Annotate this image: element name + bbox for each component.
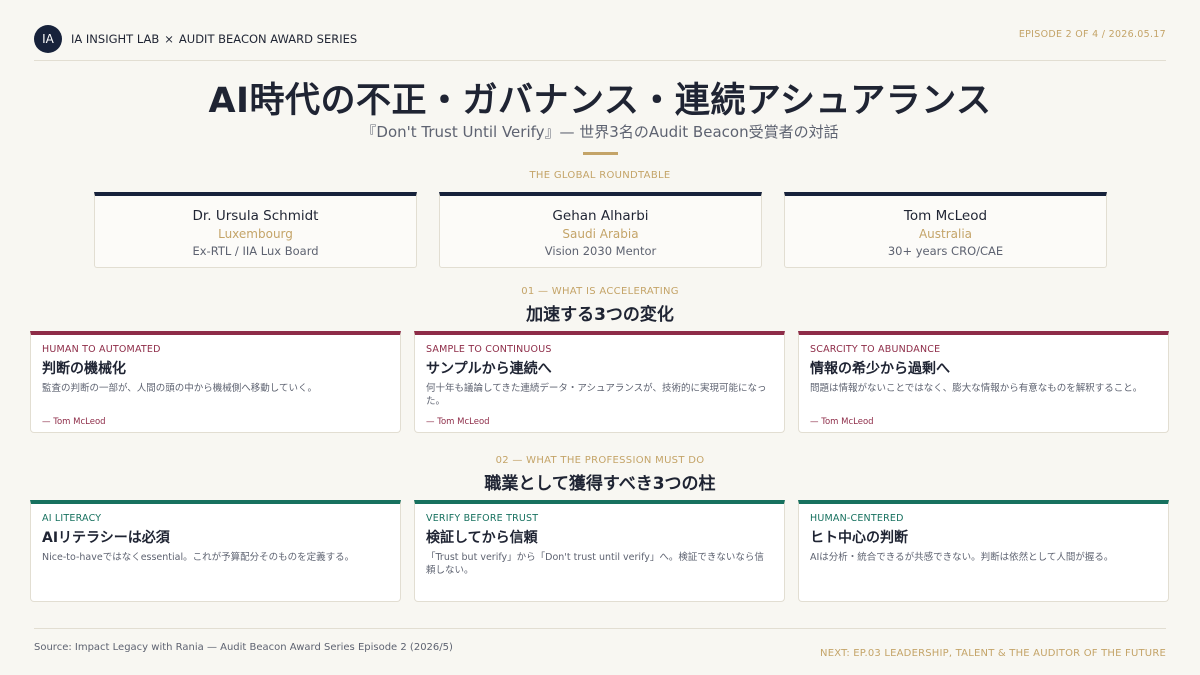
card-body: 問題は情報がないことではなく、膨大な情報から有意なものを解釈すること。 <box>810 383 1143 394</box>
pillars-heading: 職業として獲得すべき3つの柱 <box>484 474 716 494</box>
panelist-name: Tom McLeod <box>903 208 988 224</box>
card-title: 判断の機械化 <box>42 361 126 377</box>
card-label: SAMPLE TO CONTINUOUS <box>426 344 552 355</box>
panelist-name: Gehan Alharbi <box>552 208 649 224</box>
page-title: AI時代の不正・ガバナンス・連続アシュアランス <box>208 81 992 121</box>
panelist-card: Dr. Ursula Schmidt Luxembourg Ex-RTL / I… <box>94 192 417 268</box>
card-label: AI LITERACY <box>42 513 102 524</box>
card-title: 情報の希少から過剰へ <box>810 361 950 377</box>
card-label: HUMAN TO AUTOMATED <box>42 344 161 355</box>
card-attribution: — Tom McLeod <box>42 417 106 427</box>
card-title: ヒト中心の判断 <box>810 530 908 546</box>
pillar-card: HUMAN-CENTERED ヒト中心の判断 AIは分析・統合できるが共感できな… <box>798 500 1169 602</box>
times-separator: × <box>164 32 174 46</box>
brand-line: IA INSIGHT LAB × AUDIT BEACON AWARD SERIES <box>71 32 357 46</box>
panelist-name: Dr. Ursula Schmidt <box>192 208 319 224</box>
panelist-country: Saudi Arabia <box>562 227 639 241</box>
card-title: AIリテラシーは必須 <box>42 530 170 546</box>
card-title: 検証してから信頼 <box>426 530 538 546</box>
card-body: Nice-to-haveではなくessential。これが予算配分そのものを定義… <box>42 552 355 563</box>
title-accent-bar <box>583 152 618 155</box>
shifts-heading: 加速する3つの変化 <box>526 305 674 325</box>
panelist-role: 30+ years CRO/CAE <box>887 244 1004 258</box>
card-title: サンプルから連続へ <box>426 361 552 377</box>
card-label: SCARCITY TO ABUNDANCE <box>810 344 941 355</box>
card-label: HUMAN-CENTERED <box>810 513 904 524</box>
panelist-card: Gehan Alharbi Saudi Arabia Vision 2030 M… <box>439 192 762 268</box>
card-attribution: — Tom McLeod <box>810 417 874 427</box>
logo-badge: IA <box>34 25 62 53</box>
brand-name: IA INSIGHT LAB <box>71 32 160 46</box>
shift-card: SAMPLE TO CONTINUOUS サンプルから連続へ 何十年も議論してき… <box>414 331 785 433</box>
panelist-card: Tom McLeod Australia 30+ years CRO/CAE <box>784 192 1107 268</box>
card-body: 監査の判断の一部が、人間の頭の中から機械側へ移動していく。 <box>42 383 318 394</box>
shift-card: HUMAN TO AUTOMATED 判断の機械化 監査の判断の一部が、人間の頭… <box>30 331 401 433</box>
series-name: AUDIT BEACON AWARD SERIES <box>178 32 358 46</box>
header-divider <box>34 60 1166 61</box>
card-label: VERIFY BEFORE TRUST <box>426 513 539 524</box>
card-body: 何十年も議論してきた連続データ・アシュアランスが、技術的に実現可能になった。 <box>426 383 767 407</box>
top-header: IA IA INSIGHT LAB × AUDIT BEACON AWARD SER… <box>34 24 1166 54</box>
source-citation: Source: Impact Legacy with Rania — Audit… <box>34 642 453 653</box>
pillar-card: VERIFY BEFORE TRUST 検証してから信頼 「Trust but … <box>414 500 785 602</box>
card-body: AIは分析・統合できるが共感できない。判断は依然として人間が握る。 <box>810 552 1114 563</box>
footer-divider <box>34 628 1166 629</box>
panelist-role: Ex-RTL / IIA Lux Board <box>192 244 319 258</box>
page-subtitle: 『Don't Trust Until Verify』— 世界3名のAudit B… <box>361 123 839 141</box>
pillar-card: AI LITERACY AIリテラシーは必須 Nice-to-haveではなくe… <box>30 500 401 602</box>
pillars-eyebrow: 02 — WHAT THE PROFESSION MUST DO <box>495 455 705 466</box>
roundtable-eyebrow: THE GLOBAL ROUNDTABLE <box>529 170 671 181</box>
shifts-eyebrow: 01 — WHAT IS ACCELERATING <box>521 286 679 297</box>
panelist-country: Australia <box>918 227 973 241</box>
shift-card: SCARCITY TO ABUNDANCE 情報の希少から過剰へ 問題は情報がな… <box>798 331 1169 433</box>
next-episode-teaser: NEXT: EP.03 LEADERSHIP, TALENT & THE AUD… <box>820 648 1166 659</box>
episode-info: EPISODE 2 OF 4 / 2026.05.17 <box>1018 29 1166 40</box>
panelist-role: Vision 2030 Mentor <box>544 244 657 258</box>
card-body: 「Trust but verify」から「Don't trust until v… <box>426 552 764 576</box>
panelist-country: Luxembourg <box>218 227 293 241</box>
card-attribution: — Tom McLeod <box>426 417 490 427</box>
